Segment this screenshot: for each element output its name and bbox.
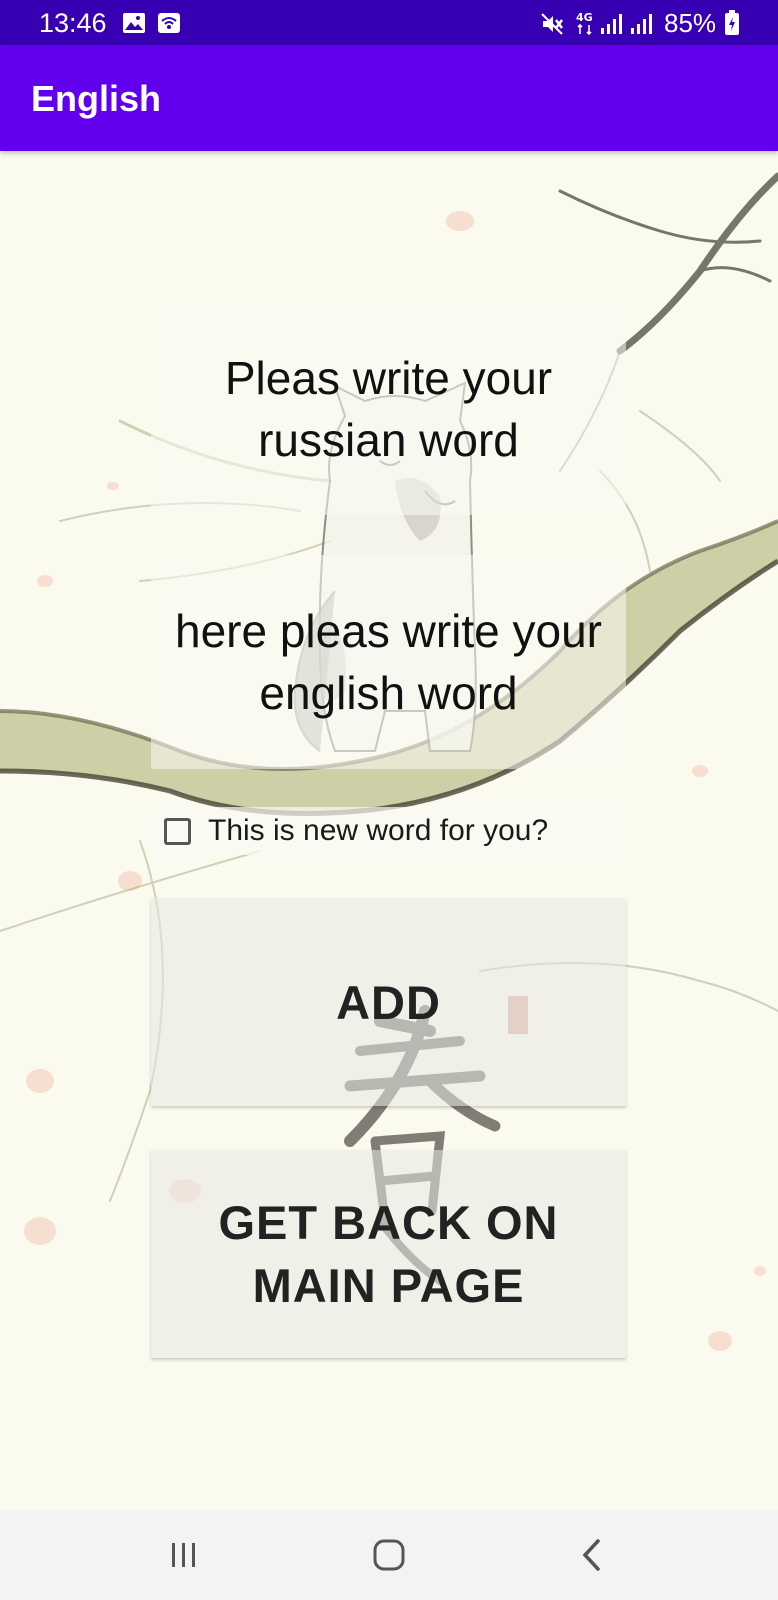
add-button-label: ADD (336, 975, 441, 1029)
screen: 13:46 4G 85% English Pleas write your ru… (0, 0, 778, 1600)
status-time: 13:46 (39, 8, 107, 38)
mute-icon (540, 12, 564, 41)
english-word-input[interactable]: here pleas write your english word (151, 555, 626, 769)
battery-charging-icon (724, 10, 740, 41)
back-icon[interactable] (580, 1538, 604, 1577)
back-to-main-button-label: GET BACK ON MAIN PAGE (218, 1196, 559, 1312)
signal-icon (600, 12, 626, 41)
4g-icon: 4G (575, 10, 595, 41)
russian-word-hint: Pleas write your russian word (224, 352, 553, 466)
new-word-checkbox-row[interactable]: This is new word for you? (151, 807, 626, 855)
back-to-main-button[interactable]: GET BACK ON MAIN PAGE (151, 1150, 626, 1358)
signal-icon (630, 12, 656, 41)
image-icon (122, 12, 146, 39)
add-button[interactable]: ADD (151, 898, 626, 1106)
recent-apps-icon[interactable] (168, 1540, 200, 1575)
app-title: English (31, 78, 162, 119)
status-bar: 13:46 4G 85% (0, 0, 778, 45)
new-word-checkbox[interactable] (164, 817, 191, 845)
english-word-hint: here pleas write your english word (175, 605, 602, 719)
battery-percent: 85% (664, 8, 717, 38)
russian-word-input[interactable]: Pleas write your russian word (151, 303, 626, 515)
home-icon[interactable] (372, 1538, 406, 1577)
app-bar: English (0, 45, 778, 151)
new-word-checkbox-label: This is new word for you? (208, 814, 549, 847)
svg-text:4G: 4G (576, 11, 593, 24)
navigation-bar (0, 1510, 778, 1600)
wifi-icon (157, 12, 181, 39)
